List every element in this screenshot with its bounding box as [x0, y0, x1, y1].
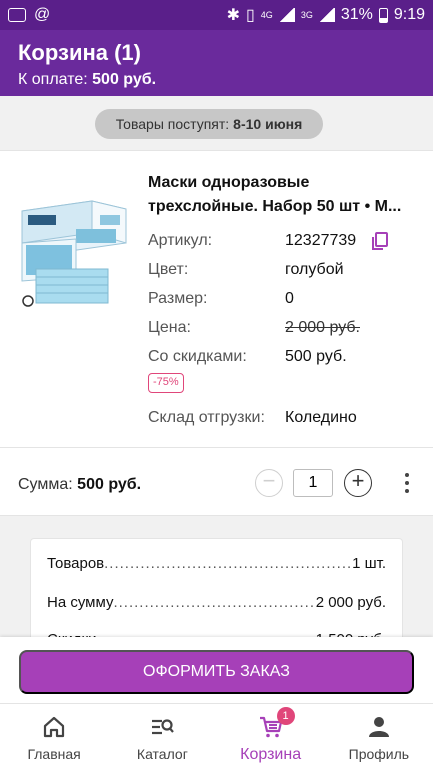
- item-sum-label: Сумма:: [18, 476, 73, 493]
- more-options-icon[interactable]: [400, 471, 414, 495]
- price-label: Цена:: [148, 319, 191, 336]
- delivery-dates: 8-10 июня: [233, 116, 303, 132]
- app-header: Корзина (1) К оплате: 500 руб.: [0, 30, 433, 96]
- summary-total-value: 2 000 руб.: [315, 594, 386, 611]
- catalog-search-icon: [152, 719, 175, 735]
- discounted-price: 500 руб.: [285, 348, 347, 365]
- bottom-navigation: Главная Каталог 1 Корзина Профиль: [0, 703, 433, 770]
- battery-percent: 31%: [340, 6, 373, 23]
- cart-count-badge: 1: [276, 707, 295, 725]
- decrease-quantity-button[interactable]: −: [255, 469, 283, 497]
- warehouse-value: Коледино: [285, 409, 357, 426]
- article-label: Артикул:: [148, 232, 213, 249]
- signal-icon: [318, 8, 335, 22]
- product-name-line1: Маски одноразовые: [148, 174, 310, 191]
- summary-total-label: На сумму: [47, 594, 114, 611]
- article-value: 12327739: [285, 232, 357, 249]
- page-title: Корзина (1): [18, 40, 141, 65]
- vibrate-icon: ▯: [245, 7, 255, 24]
- nav-item-catalog[interactable]: Каталог: [108, 704, 216, 770]
- nav-label-cart: Корзина: [240, 746, 302, 763]
- to-pay-summary: К оплате: 500 руб.: [18, 71, 415, 89]
- color-value: голубой: [285, 261, 344, 278]
- to-pay-value: 500 руб.: [92, 71, 157, 88]
- signal-icon: [278, 8, 295, 22]
- nav-item-profile[interactable]: Профиль: [325, 704, 433, 770]
- profile-icon: [368, 717, 389, 737]
- bluetooth-icon: ✱: [226, 7, 240, 24]
- network-3g: 3G: [300, 10, 313, 20]
- warehouse-label: Склад отгрузки:: [148, 409, 265, 426]
- network-4g: 4G: [260, 10, 273, 20]
- chat-icon: [8, 8, 26, 22]
- product-name-line2: трехслойные. Набор 50 шт • М...: [148, 198, 402, 215]
- checkout-button[interactable]: ОФОРМИТЬ ЗАКАЗ: [19, 650, 414, 694]
- summary-items-value: 1 шт.: [352, 555, 386, 572]
- summary-items-label: Товаров: [47, 555, 105, 572]
- discount-badge: -75%: [148, 373, 184, 393]
- home-icon: [44, 716, 65, 738]
- nav-label-catalog: Каталог: [136, 746, 188, 762]
- checkout-bar: ОФОРМИТЬ ЗАКАЗ: [0, 637, 433, 703]
- clock: 9:19: [393, 6, 425, 23]
- status-bar: @ ✱ ▯ 4G 3G 31% 9:19: [0, 0, 433, 30]
- increase-quantity-button[interactable]: +: [344, 469, 372, 497]
- nav-item-home[interactable]: Главная: [0, 704, 108, 770]
- cart-item-card: Маски одноразовые трехслойные. Набор 50 …: [0, 150, 433, 516]
- size-value: 0: [285, 290, 294, 307]
- delivery-label: Товары поступят:: [115, 116, 230, 132]
- divider: [0, 447, 433, 448]
- item-sum-value: 500 руб.: [77, 476, 142, 493]
- quantity-input[interactable]: [293, 469, 333, 497]
- nav-label-profile: Профиль: [348, 746, 410, 762]
- product-image[interactable]: [16, 181, 132, 309]
- nav-item-cart[interactable]: 1 Корзина: [217, 704, 325, 770]
- summary-row-total: На сумму 2 000 руб.: [47, 594, 386, 614]
- color-label: Цвет:: [148, 261, 189, 278]
- at-icon: @: [34, 6, 51, 23]
- battery-icon: [378, 7, 388, 23]
- original-price: 2 000 руб.: [285, 319, 360, 336]
- size-label: Размер:: [148, 290, 208, 307]
- to-pay-label: К оплате:: [18, 71, 88, 88]
- item-sum: Сумма: 500 руб.: [18, 476, 141, 494]
- nav-label-home: Главная: [27, 746, 81, 762]
- summary-row-items: Товаров 1 шт.: [47, 555, 386, 575]
- copy-icon[interactable]: [370, 231, 390, 251]
- delivery-date-pill: Товары поступят: 8-10 июня: [95, 109, 323, 139]
- discounted-price-label: Со скидками:: [148, 348, 247, 365]
- product-name[interactable]: Маски одноразовые трехслойные. Набор 50 …: [148, 171, 420, 219]
